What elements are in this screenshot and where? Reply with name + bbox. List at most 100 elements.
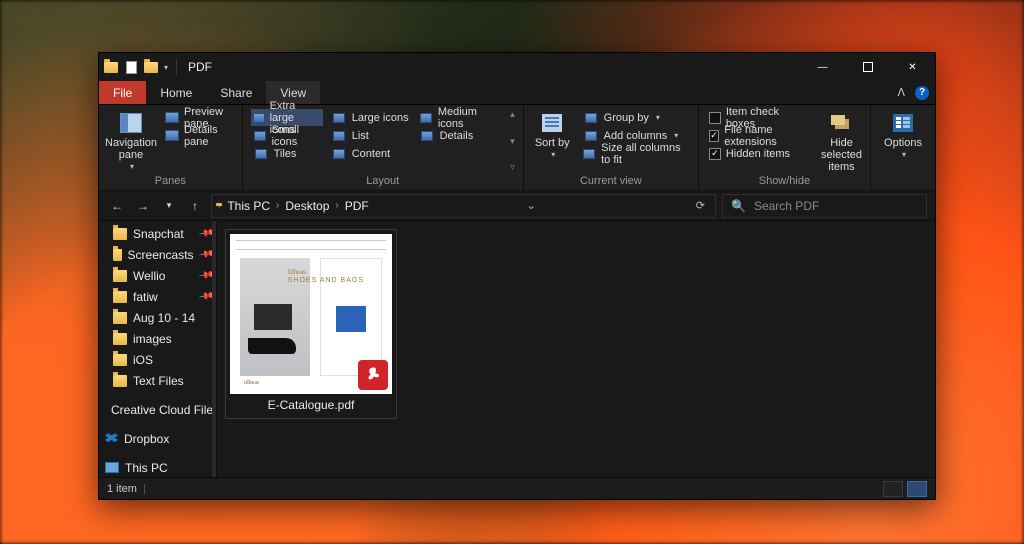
file-item[interactable]: IdheasSHOES AND BAGS idheas E-Catalogue.… xyxy=(225,229,397,419)
size-columns-button[interactable]: Size all columns to fit xyxy=(581,145,690,162)
details-view-button[interactable] xyxy=(883,481,903,497)
layout-tiles[interactable]: Tiles xyxy=(251,145,323,162)
chevron-down-icon[interactable]: ▾ xyxy=(164,63,168,72)
sidebar-item-creative-cloud[interactable]: Creative Cloud Files xyxy=(99,399,216,420)
layout-medium[interactable]: Medium icons xyxy=(417,109,501,126)
folder-icon xyxy=(113,333,127,345)
group-icon xyxy=(583,110,599,126)
ribbon-collapse-icon[interactable]: ᐱ xyxy=(897,86,905,99)
navigation-pane-button[interactable]: Navigation pane ▾ xyxy=(107,109,155,173)
pin-icon: 📌 xyxy=(198,289,215,305)
close-button[interactable]: ✕ xyxy=(890,53,935,81)
layout-large[interactable]: Large icons xyxy=(329,109,411,126)
checkbox-icon xyxy=(709,130,719,142)
scroll-down-icon[interactable]: ▾ xyxy=(510,136,515,147)
forward-button[interactable]: → xyxy=(133,196,153,216)
group-label: Show/hide xyxy=(707,173,862,188)
breadcrumb[interactable]: Desktop xyxy=(281,199,333,213)
small-icons-icon xyxy=(253,128,267,144)
pin-icon: 📌 xyxy=(198,268,215,284)
navigation-pane-icon xyxy=(117,111,145,135)
up-button[interactable]: ↑ xyxy=(185,196,205,216)
sidebar-item[interactable]: images xyxy=(99,328,216,349)
sort-by-button[interactable]: Sort by▾ xyxy=(532,109,573,173)
pin-icon: 📌 xyxy=(198,226,215,242)
group-label: Panes xyxy=(107,173,234,188)
hide-selected-button[interactable]: Hide selected items xyxy=(821,109,862,173)
checkbox-icon xyxy=(709,112,721,124)
folder-icon xyxy=(103,59,119,75)
layout-content[interactable]: Content xyxy=(329,145,411,162)
file-thumbnail: IdheasSHOES AND BAGS idheas xyxy=(230,234,392,394)
address-dropdown-icon[interactable]: ⌄ xyxy=(521,199,542,212)
sidebar-item[interactable]: Snapchat📌 xyxy=(99,223,216,244)
tiles-icon xyxy=(253,146,269,162)
sidebar-item[interactable]: iOS xyxy=(99,349,216,370)
medium-icons-icon xyxy=(419,110,433,126)
hidden-items-toggle[interactable]: Hidden items xyxy=(707,145,813,162)
layout-details[interactable]: Details xyxy=(417,127,501,144)
sidebar-item[interactable]: Wellio📌 xyxy=(99,265,216,286)
scroll-up-icon[interactable]: ▴ xyxy=(510,109,515,120)
folder-icon xyxy=(113,228,127,240)
navigation-pane[interactable]: Snapchat📌 Screencasts📌 Wellio📌 fatiw📌 Au… xyxy=(99,221,217,477)
breadcrumb[interactable]: This PC xyxy=(223,199,274,213)
chevron-right-icon[interactable]: › xyxy=(218,200,221,211)
folder-icon xyxy=(113,249,122,261)
add-columns-icon xyxy=(583,128,599,144)
folder-icon xyxy=(113,354,127,366)
layout-list[interactable]: List xyxy=(329,127,411,144)
tab-file[interactable]: File xyxy=(99,81,146,104)
title-bar[interactable]: ▾ PDF — ✕ xyxy=(99,53,935,81)
folder-icon xyxy=(143,59,159,75)
chevron-right-icon[interactable]: › xyxy=(335,200,338,211)
details-pane-button[interactable]: Details pane xyxy=(163,127,234,144)
folder-icon xyxy=(113,312,127,324)
sidebar-item[interactable]: fatiw📌 xyxy=(99,286,216,307)
minimize-button[interactable]: — xyxy=(800,53,845,81)
ribbon: Navigation pane ▾ Preview pane Details p… xyxy=(99,105,935,191)
content-icon xyxy=(331,146,347,162)
layout-small[interactable]: Small icons xyxy=(251,127,323,144)
recent-button[interactable]: ▾ xyxy=(159,196,179,216)
folder-icon xyxy=(113,375,127,387)
file-view[interactable]: IdheasSHOES AND BAGS idheas E-Catalogue.… xyxy=(217,221,935,477)
ribbon-tabs: File Home Share View ᐱ ? xyxy=(99,81,935,105)
sidebar-item[interactable]: Screencasts📌 xyxy=(99,244,216,265)
tab-home[interactable]: Home xyxy=(146,81,206,104)
help-icon[interactable]: ? xyxy=(915,86,929,100)
back-button[interactable]: ← xyxy=(107,196,127,216)
chevron-right-icon[interactable]: › xyxy=(276,200,279,211)
folder-icon xyxy=(113,291,127,303)
options-icon xyxy=(889,111,917,135)
refresh-button[interactable]: ⟳ xyxy=(690,199,711,212)
sidebar-item-this-pc[interactable]: This PC xyxy=(99,457,216,477)
list-icon xyxy=(331,128,347,144)
file-extensions-toggle[interactable]: File name extensions xyxy=(707,127,813,144)
search-input[interactable]: 🔍 Search PDF xyxy=(722,194,927,218)
breadcrumb[interactable]: PDF xyxy=(341,199,373,213)
group-label: Layout xyxy=(251,173,515,188)
sidebar-item[interactable]: Aug 10 - 14 xyxy=(99,307,216,328)
expand-icon[interactable]: ▿ xyxy=(510,162,515,173)
file-name: E-Catalogue.pdf xyxy=(268,394,355,414)
window-title: PDF xyxy=(188,60,212,74)
tab-share[interactable]: Share xyxy=(206,81,266,104)
maximize-button[interactable] xyxy=(845,53,890,81)
group-label: Current view xyxy=(532,173,690,188)
file-icon xyxy=(123,59,139,75)
status-bar: 1 item | xyxy=(99,477,935,499)
folder-icon xyxy=(113,270,127,282)
hide-selected-icon xyxy=(828,111,856,135)
sidebar-item[interactable]: Text Files xyxy=(99,370,216,391)
group-by-button[interactable]: Group by▾ xyxy=(581,109,690,126)
sidebar-item-dropbox[interactable]: Dropbox xyxy=(99,428,216,449)
large-icons-view-button[interactable] xyxy=(907,481,927,497)
details-icon xyxy=(419,128,435,144)
pin-icon: 📌 xyxy=(198,247,215,263)
details-pane-icon xyxy=(165,128,179,144)
address-bar[interactable]: › This PC › Desktop › PDF ⌄ ⟳ xyxy=(211,194,716,218)
options-button[interactable]: Options▾ xyxy=(879,109,927,173)
dropbox-icon xyxy=(105,433,118,444)
pc-icon xyxy=(105,462,119,473)
